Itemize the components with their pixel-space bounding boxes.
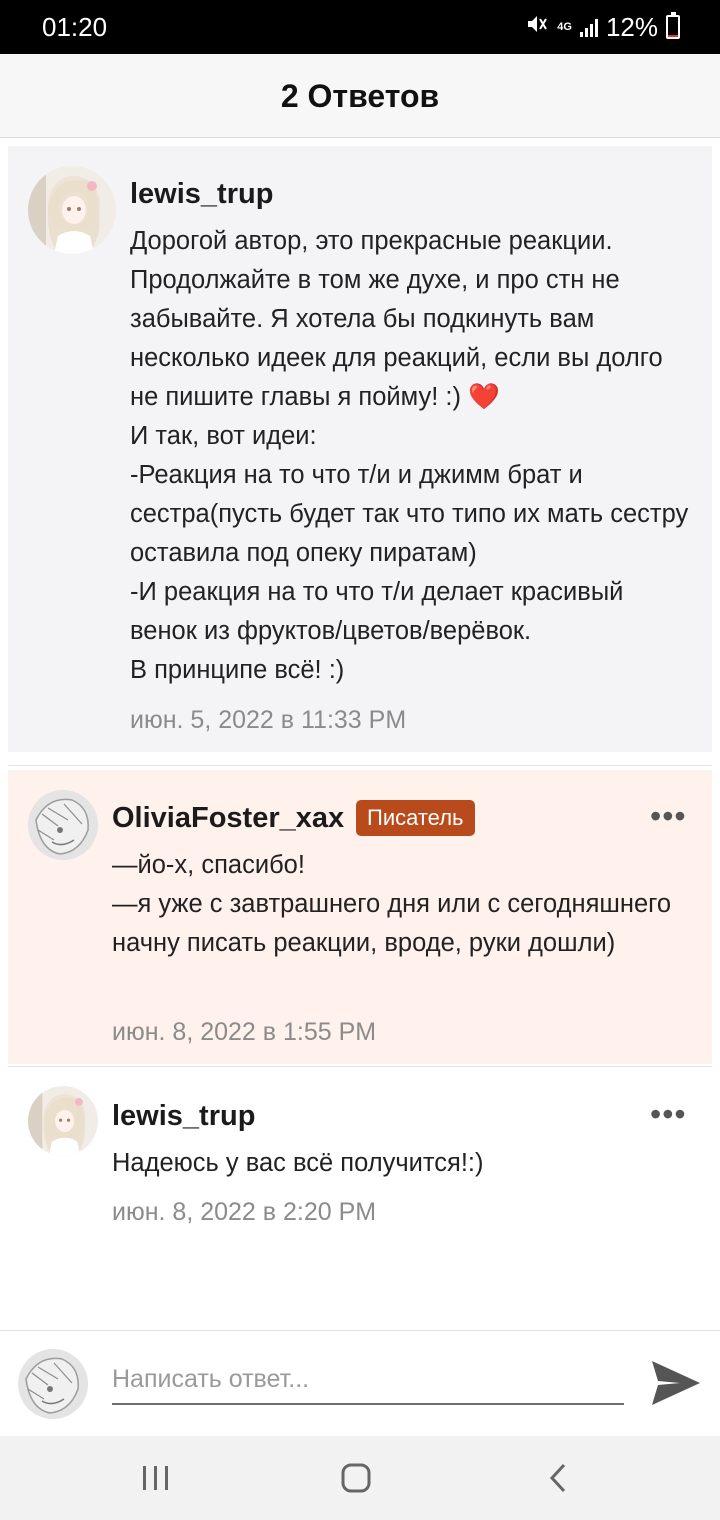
page-title: 2 Ответов [280,78,440,114]
reply-input[interactable] [112,1355,624,1405]
comment-text: Надеюсь у вас всё получится!:) [112,1149,484,1177]
more-dots-icon[interactable]: ••• [650,800,687,832]
battery-icon [666,12,680,39]
back-icon[interactable] [528,1456,588,1500]
avatar-oliviafoster[interactable] [28,790,98,860]
mute-icon [525,12,549,43]
recent-apps-icon[interactable] [126,1456,186,1500]
more-dots-icon[interactable]: ••• [650,1098,687,1130]
sketch-avatar-icon [28,790,98,860]
sketch-avatar-icon [18,1349,88,1419]
reply-comment: lewis_trup ••• Надеюсь у вас всё получит… [8,1070,712,1270]
avatar-lewis-trup[interactable] [28,166,116,254]
comment-author[interactable]: lewis_trup [112,1100,255,1133]
system-navbar [0,1436,720,1520]
status-indicators: 4G 12% [525,12,680,42]
comment-author[interactable]: OliviaFoster_xax [112,802,344,835]
reply-comment: OliviaFoster_xax Писатель ••• —йо-х, спа… [8,770,712,1064]
signal-icon [579,17,598,37]
anime-girl-avatar-icon [28,166,116,254]
home-icon[interactable] [326,1456,386,1500]
reply-compose-bar [0,1330,720,1436]
comment-timestamp: июн. 8, 2022 в 1:55 PM [112,1018,377,1046]
writer-badge: Писатель [356,800,475,836]
app-header: 2 Ответов [0,54,720,138]
comment-timestamp: июн. 8, 2022 в 2:20 PM [112,1198,377,1226]
comment-author[interactable]: lewis_trup [130,178,273,211]
current-user-avatar [18,1349,88,1419]
battery-percent: 12% [605,11,658,42]
comment-text: —йо-х, спасибо! —я уже с завтрашнего дня… [112,851,672,957]
status-bar: 01:20 4G 12% [0,0,720,54]
status-time: 01:20 [42,12,108,42]
divider [8,1066,712,1067]
network-type: 4G [557,20,572,33]
avatar-lewis-trup[interactable] [28,1086,98,1156]
anime-girl-avatar-icon [28,1086,98,1156]
comment-text: Дорогой автор, это прекрасные реакции. П… [130,227,689,684]
divider [8,765,712,766]
send-icon[interactable] [648,1355,704,1411]
main-comment: lewis_trup Дорогой автор, это прекрасные… [8,146,712,752]
comment-timestamp: июн. 5, 2022 в 11:33 PM [130,706,407,734]
battery-level [668,34,678,37]
